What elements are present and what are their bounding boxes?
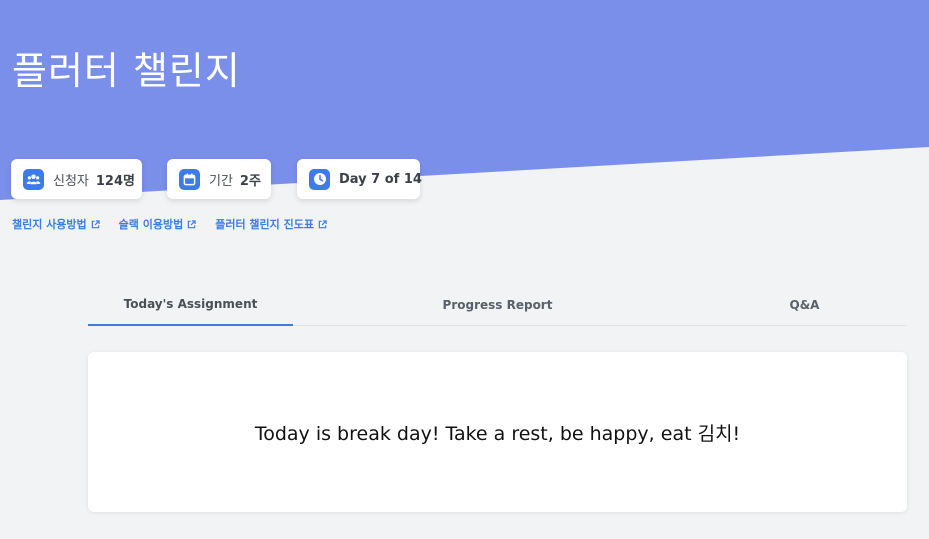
tab-todays-assignment[interactable]: Today's Assignment <box>88 284 293 326</box>
calendar-icon <box>179 168 200 190</box>
tab-qna[interactable]: Q&A <box>702 284 907 326</box>
assignment-card: Today is break day! Take a rest, be happ… <box>88 352 907 512</box>
external-link-icon <box>187 219 196 228</box>
stat-value: 2주 <box>239 173 261 189</box>
tab-bar: Today's Assignment Progress Report Q&A <box>88 284 907 326</box>
stat-label: 신청자 <box>53 173 89 189</box>
stat-value: 124명 <box>95 173 135 189</box>
stat-label: 기간 <box>209 173 233 189</box>
duration-stat: 기간 2주 <box>167 159 271 199</box>
progress-table-link[interactable]: 플러터 챌린지 진도표 <box>215 216 327 232</box>
page-title: 플러터 챌린지 <box>12 49 241 93</box>
link-label: 슬랙 이용방법 <box>118 218 184 231</box>
link-label: 챌린지 사용방법 <box>12 218 87 231</box>
people-icon <box>23 168 44 190</box>
challenge-guide-link[interactable]: 챌린지 사용방법 <box>12 216 100 232</box>
tab-progress-report[interactable]: Progress Report <box>293 284 702 326</box>
external-link-icon <box>91 219 100 228</box>
link-label: 플러터 챌린지 진도표 <box>215 218 314 231</box>
stat-value: Day 7 of 14 <box>339 171 422 187</box>
external-link-icon <box>318 219 327 228</box>
assignment-message: Today is break day! Take a rest, be happ… <box>254 422 741 445</box>
page: 플러터 챌린지 신청자 124명 기간 2주 Day 7 of 14 챌린지 사… <box>0 0 929 539</box>
applicants-stat: 신청자 124명 <box>11 159 142 199</box>
clock-icon <box>309 168 330 190</box>
slack-guide-link[interactable]: 슬랙 이용방법 <box>119 216 197 232</box>
resource-links: 챌린지 사용방법 슬랙 이용방법 플러터 챌린지 진도표 <box>12 216 346 232</box>
progress-day-stat: Day 7 of 14 <box>297 159 422 199</box>
